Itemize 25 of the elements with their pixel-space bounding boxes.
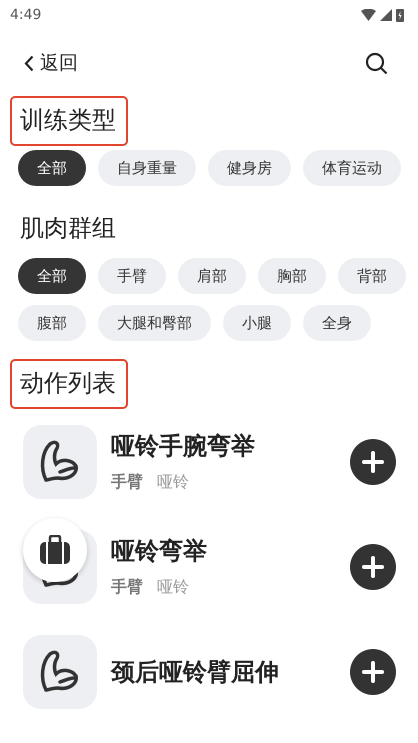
filter-chip[interactable]: 手臂 xyxy=(98,258,166,294)
filter-chip[interactable]: 全部 xyxy=(18,258,86,294)
filter-chip[interactable]: 全部 xyxy=(18,150,86,186)
filter-chip[interactable]: 肩部 xyxy=(178,258,246,294)
exercise-tag: 手臂 xyxy=(111,577,143,598)
section-title: 训练类型 xyxy=(10,96,128,146)
filter-chip[interactable]: 健身房 xyxy=(208,150,291,186)
section-title: 肌肉群组 xyxy=(19,213,117,244)
filter-chip[interactable]: 小腿 xyxy=(223,305,291,341)
status-time: 4:49 xyxy=(10,7,42,23)
exercise-name: 哑铃手腕弯举 xyxy=(111,431,256,462)
section-title: 动作列表 xyxy=(10,359,128,409)
exercise-name: 哑铃弯举 xyxy=(111,536,208,567)
exercise-tag: 手臂 xyxy=(111,472,143,493)
back-button[interactable]: 返回 xyxy=(24,50,78,76)
exercise-tag: 哑铃 xyxy=(157,472,189,493)
filter-chip[interactable]: 胸部 xyxy=(258,258,326,294)
filter-chip[interactable]: 体育运动 xyxy=(303,150,401,186)
filter-chip[interactable]: 自身重量 xyxy=(98,150,196,186)
filter-chip[interactable]: 大腿和臀部 xyxy=(98,305,211,341)
exercise-tag: 哑铃 xyxy=(157,577,189,598)
filter-chip[interactable]: 腹部 xyxy=(18,305,86,341)
exercise-name: 颈后哑铃臂屈伸 xyxy=(111,656,280,688)
filter-chip[interactable]: 全身 xyxy=(303,305,371,341)
filter-chip[interactable]: 背部 xyxy=(338,258,406,294)
